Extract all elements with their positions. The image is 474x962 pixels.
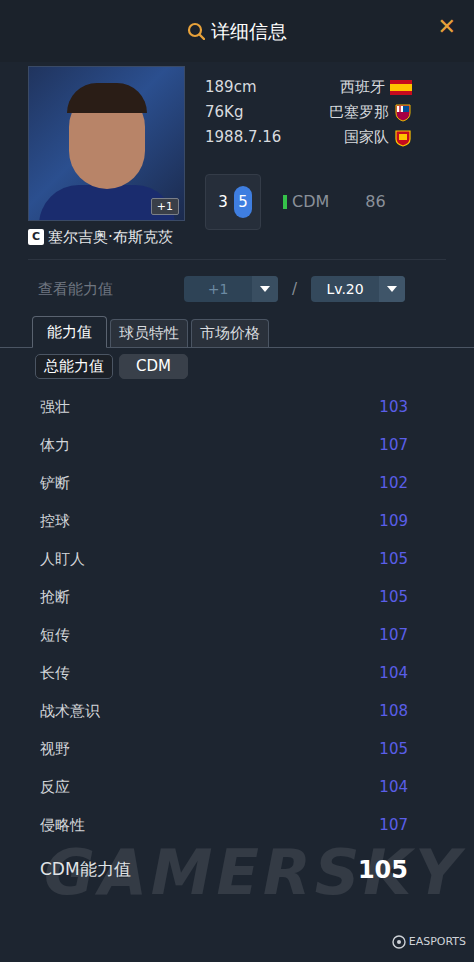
stat-value: 105: [379, 548, 408, 571]
stat-row: 反应 104: [0, 769, 474, 807]
stat-row: 视野 105: [0, 731, 474, 769]
stat-label: 长传: [40, 662, 70, 685]
stat-value: 107: [379, 434, 408, 457]
stat-row: 强壮 103: [0, 389, 474, 427]
preferred-foot-box: 35: [205, 174, 261, 230]
summary-value: 105: [358, 852, 408, 888]
dropdown-arrow-icon: [259, 284, 271, 294]
stat-row: 抢断 105: [0, 579, 474, 617]
stat-label: 人盯人: [40, 548, 85, 571]
stat-row: 短传 107: [0, 617, 474, 655]
summary-row: CDM能力值 105: [0, 851, 474, 889]
stat-value: 107: [379, 814, 408, 837]
upgrade-badge: +1: [151, 198, 179, 215]
stat-value: 103: [379, 396, 408, 419]
stat-row: 体力 107: [0, 427, 474, 465]
player-card: +1 C塞尔吉奥·布斯克茨: [28, 66, 185, 247]
stat-value: 105: [379, 586, 408, 609]
stat-value: 105: [379, 738, 408, 761]
subtab[interactable]: 总能力值: [35, 354, 113, 379]
stat-label: 侵略性: [40, 814, 85, 837]
stat-value: 102: [379, 472, 408, 495]
stat-label: 控球: [40, 510, 70, 533]
close-button[interactable]: ✕: [436, 16, 458, 38]
upgrade-dropdown[interactable]: +1: [184, 276, 278, 302]
info-club: 巴塞罗那: [329, 101, 389, 124]
title: 详细信息: [187, 17, 287, 46]
view-row: 查看能力值+1 / Lv.20: [0, 276, 474, 302]
stat-label: 铲断: [40, 472, 70, 495]
wechat-icon: [392, 935, 406, 949]
dropdown-button[interactable]: [379, 276, 405, 302]
stat-row: 战术意识 108: [0, 693, 474, 731]
stat-value: 109: [379, 510, 408, 533]
stat-value: 107: [379, 624, 408, 647]
level-dropdown[interactable]: Lv.20: [311, 276, 405, 302]
header: 详细信息 ✕: [0, 0, 474, 62]
player-name: 塞尔吉奥·布斯克茨: [48, 227, 173, 247]
player-info: 189cm 西班牙 76Kg 巴塞罗那 1988.7.16 国家队 35 CDM 86: [205, 66, 412, 247]
info-row: 76Kg 巴塞罗那: [205, 100, 412, 125]
summary-label: CDM能力值: [40, 857, 131, 883]
tab[interactable]: 球员特性: [110, 319, 188, 347]
stat-row: 长传 104: [0, 655, 474, 693]
player-photo: +1: [28, 66, 185, 221]
player-hair: [67, 83, 147, 113]
player-detail-window: 详细信息✕+1C塞尔吉奥·布斯克茨189cm西班牙76Kg巴塞罗那1988.7.…: [0, 0, 474, 962]
position: CDM: [292, 190, 329, 214]
spain-flag-icon: [390, 80, 412, 95]
overall-rating: 86: [365, 190, 385, 214]
foot-rating: 5: [234, 186, 252, 218]
view-label: 查看能力值: [38, 278, 184, 301]
source-text: EASPORTS: [409, 934, 466, 951]
info-row: 1988.7.16 国家队: [205, 125, 412, 150]
dropdown-arrow-icon: [386, 284, 398, 294]
stat-label: 战术意识: [40, 700, 100, 723]
stat-label: 体力: [40, 434, 70, 457]
info-nation: 西班牙: [340, 76, 385, 99]
info-height: 189cm: [205, 76, 300, 99]
position-row: 35 CDM 86: [205, 174, 412, 230]
info-weight: 76Kg: [205, 101, 300, 124]
stats-list: 强壮 103 体力 107 铲断 102 控球 109 人盯人 105 抢断 105 短传 107 长传 10…: [0, 389, 474, 845]
info-nation-cell: 西班牙: [300, 76, 412, 99]
stat-row: 控球 109: [0, 503, 474, 541]
info-row: 189cm 西班牙: [205, 75, 412, 100]
source-badge: EASPORTS: [392, 934, 466, 951]
stat-value: 104: [379, 776, 408, 799]
stat-label: 强壮: [40, 396, 70, 419]
info-team-cell: 国家队: [300, 126, 412, 149]
divider: [28, 259, 446, 260]
card-type-badge: C: [28, 229, 44, 245]
title-text: 详细信息: [211, 17, 287, 46]
stat-value: 108: [379, 700, 408, 723]
subtab-bar: 总能力值CDM: [0, 354, 474, 379]
name-row: C塞尔吉奥·布斯克茨: [28, 227, 185, 247]
stat-label: 反应: [40, 776, 70, 799]
player-summary: +1 C塞尔吉奥·布斯克茨 189cm 西班牙 76Kg 巴塞罗那 1988.7.16 国家队…: [0, 62, 474, 247]
info-team: 国家队: [344, 126, 389, 149]
spain-crest-icon: [394, 129, 412, 147]
foot-rating: 3: [214, 186, 232, 218]
tab-bar: 能力值球员特性市场价格: [0, 316, 474, 348]
stat-row: 铲断 102: [0, 465, 474, 503]
stat-label: 抢断: [40, 586, 70, 609]
tab[interactable]: 市场价格: [191, 319, 269, 347]
tab[interactable]: 能力值: [32, 316, 107, 348]
level-value: Lv.20: [311, 279, 379, 300]
position-marker: [283, 195, 287, 209]
separator: /: [292, 278, 297, 301]
stat-value: 104: [379, 662, 408, 685]
stat-row: 人盯人 105: [0, 541, 474, 579]
stat-label: 短传: [40, 624, 70, 647]
info-birth: 1988.7.16: [205, 126, 300, 149]
dropdown-button[interactable]: [252, 276, 278, 302]
stat-row: 侵略性 107: [0, 807, 474, 845]
barcelona-crest-icon: [394, 104, 412, 122]
search-icon: [187, 22, 205, 40]
stat-label: 视野: [40, 738, 70, 761]
upgrade-value: +1: [184, 279, 252, 300]
subtab[interactable]: CDM: [119, 354, 188, 379]
info-club-cell: 巴塞罗那: [300, 101, 412, 124]
